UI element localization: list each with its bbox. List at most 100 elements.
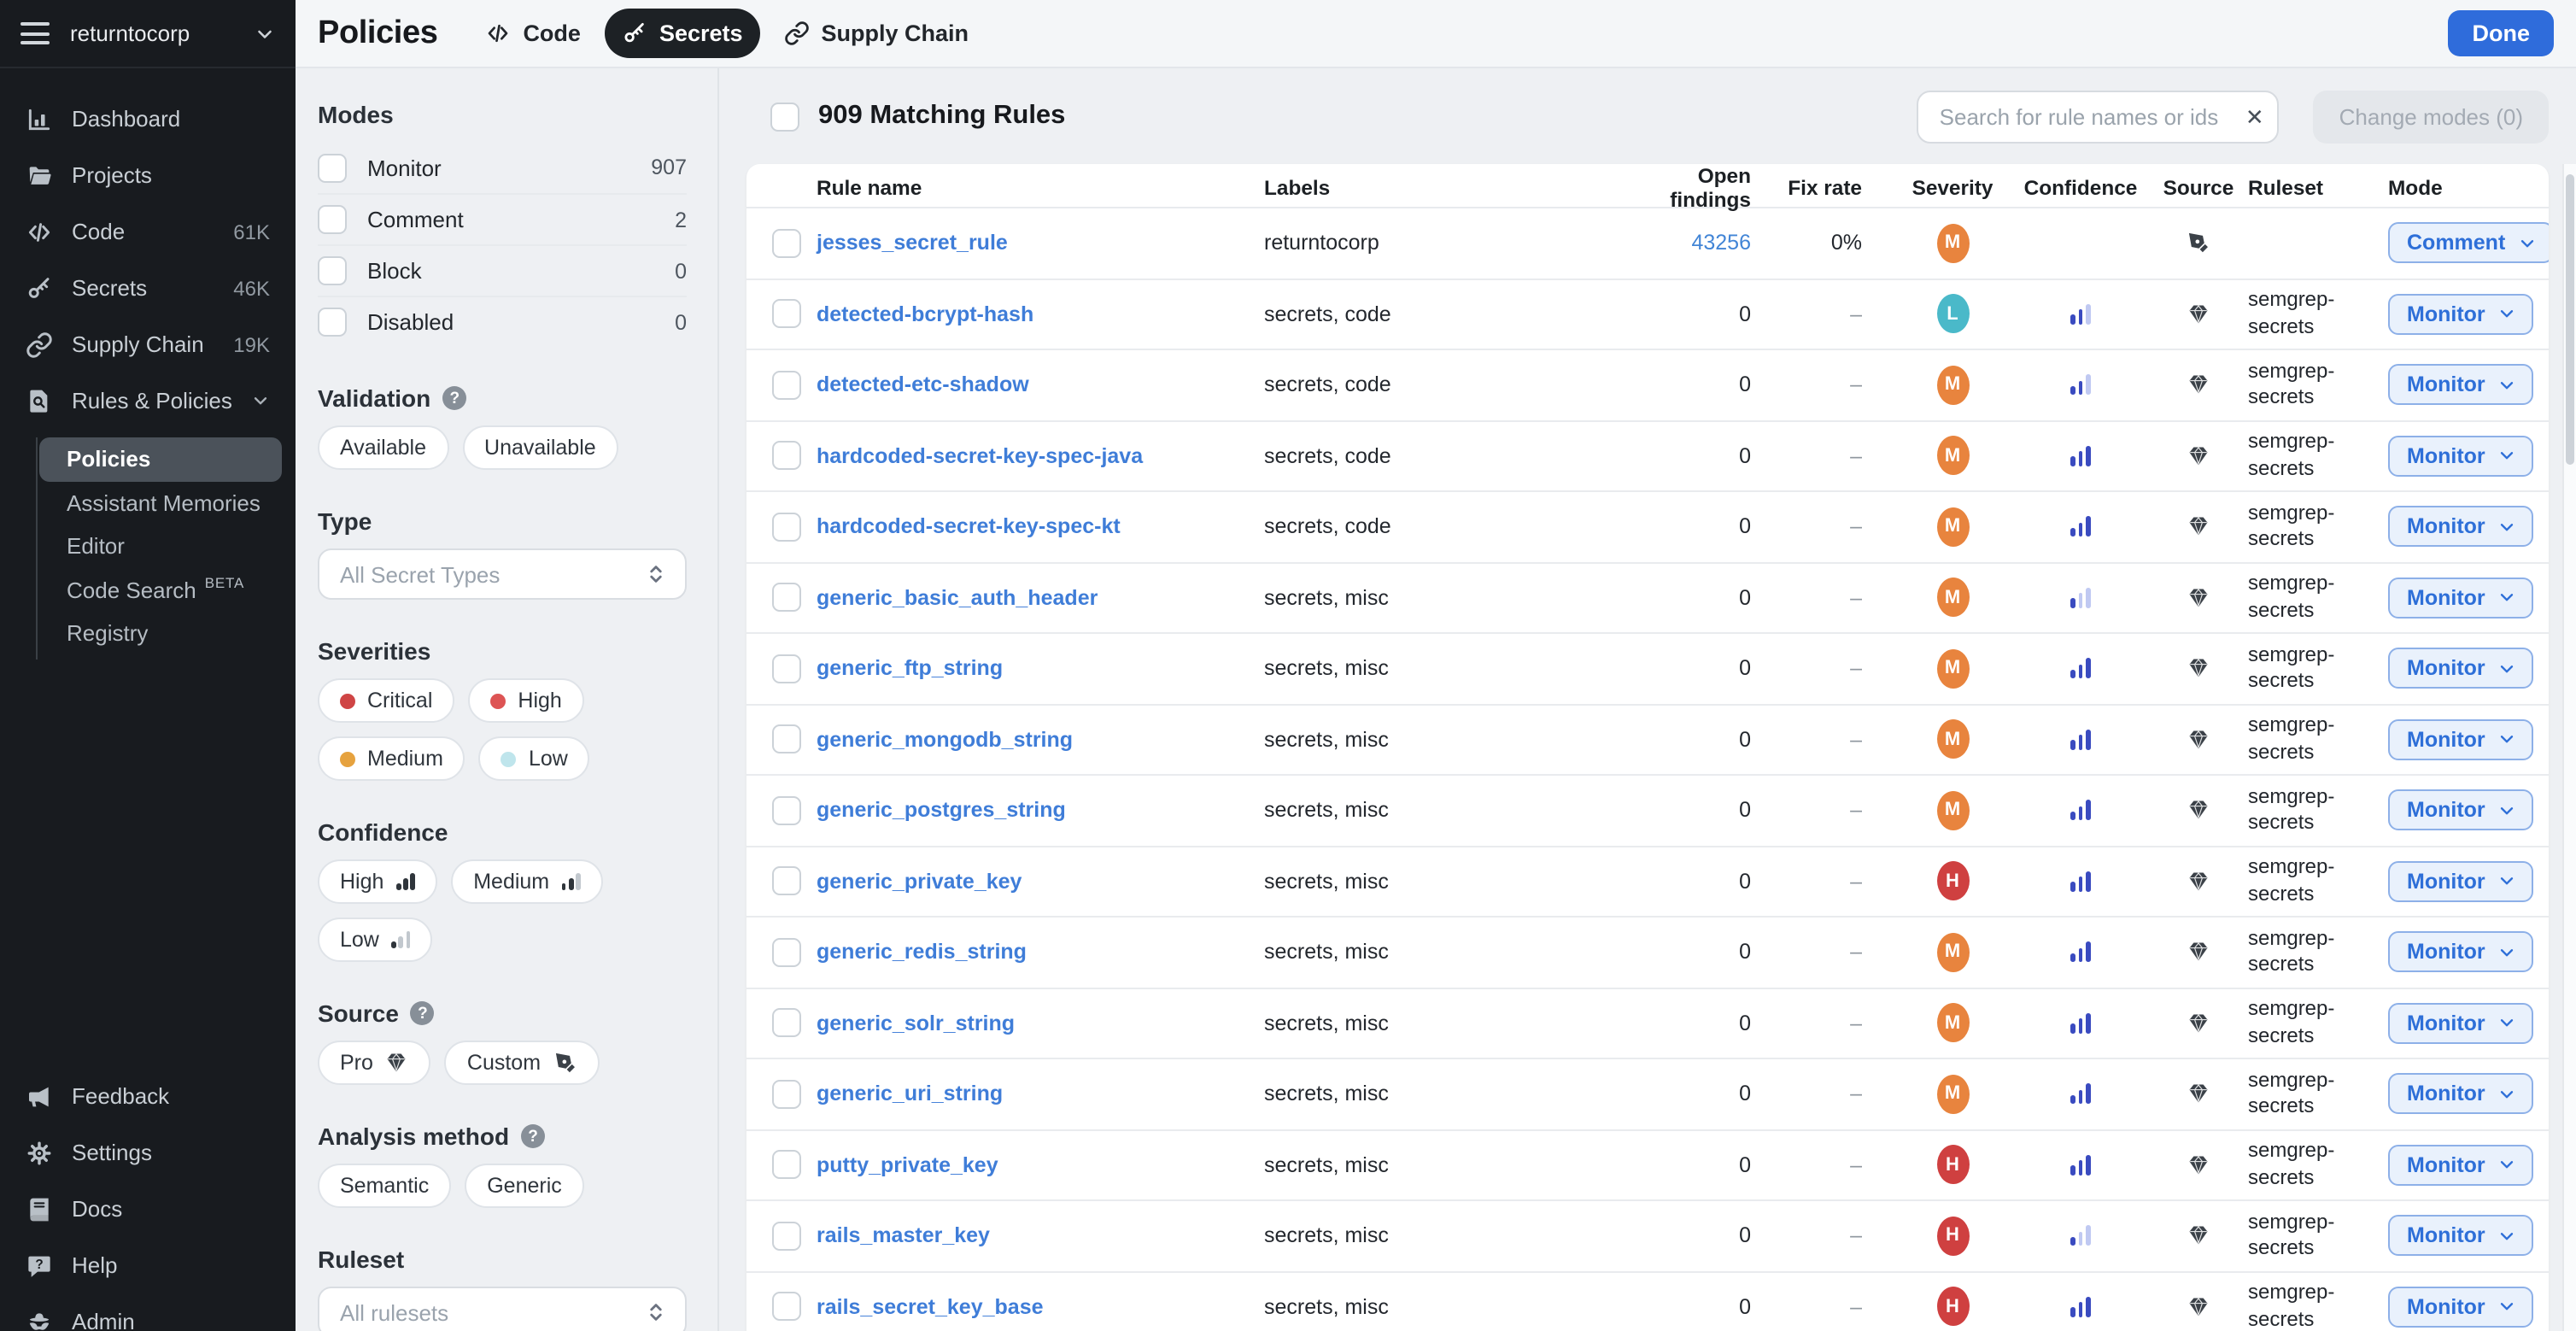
mode-dropdown-button[interactable]: Monitor [2388,790,2533,831]
row-checkbox[interactable] [772,442,801,471]
sidebar-item-secrets[interactable]: Secrets46K [0,260,296,316]
org-switcher[interactable]: returntocorp [0,0,296,68]
column-header-source[interactable]: Source [2149,176,2248,200]
analysis-pill-semantic[interactable]: Semantic [318,1164,451,1208]
row-checkbox[interactable] [772,583,801,613]
column-header-ruleset[interactable]: Ruleset [2248,176,2388,200]
mode-dropdown-button[interactable]: Monitor [2388,1145,2533,1186]
severities-pill-low[interactable]: Low [479,736,590,781]
validation-pill-available[interactable]: Available [318,425,448,470]
mode-filter-monitor[interactable]: Monitor907 [318,142,687,193]
severities-pill-critical[interactable]: Critical [318,678,454,723]
mode-dropdown-button[interactable]: Monitor [2388,294,2533,335]
rule-name-link[interactable]: generic_private_key [817,870,1022,894]
row-checkbox[interactable] [772,867,801,896]
mode-checkbox[interactable] [318,256,347,285]
type-select[interactable]: All Secret Types [318,548,687,600]
row-checkbox[interactable] [772,300,801,329]
rule-search-input[interactable] [1917,90,2280,143]
rule-name-link[interactable]: generic_mongodb_string [817,728,1073,752]
column-header-rule-name[interactable]: Rule name [817,176,1264,200]
rule-name-link[interactable]: hardcoded-secret-key-spec-java [817,444,1143,468]
row-checkbox[interactable] [772,1222,801,1251]
done-button[interactable]: Done [2449,10,2555,56]
row-checkbox[interactable] [772,371,801,400]
column-header-confidence[interactable]: Confidence [2012,176,2149,200]
scrollbar-thumb[interactable] [2566,174,2574,465]
row-checkbox[interactable] [772,725,801,754]
source-pill-pro[interactable]: Pro [318,1041,431,1085]
row-checkbox[interactable] [772,229,801,258]
mode-filter-disabled[interactable]: Disabled0 [318,296,687,347]
open-findings-link[interactable]: 43256 [1691,232,1751,255]
sidebar-item-admin[interactable]: Admin [0,1293,296,1331]
rule-name-link[interactable]: generic_postgres_string [817,799,1066,823]
column-header-open-findings[interactable]: Open findings [1628,164,1782,212]
sidebar-subitem-policies[interactable]: Policies [39,437,282,481]
mode-dropdown-button[interactable]: Monitor [2388,861,2533,902]
column-header-severity[interactable]: Severity [1893,176,2012,200]
rule-name-link[interactable]: rails_secret_key_base [817,1295,1044,1319]
sidebar-item-docs[interactable]: Docs [0,1181,296,1237]
mode-checkbox[interactable] [318,308,347,337]
rule-name-link[interactable]: hardcoded-secret-key-spec-kt [817,515,1121,539]
severities-pill-high[interactable]: High [468,678,583,723]
rule-name-link[interactable]: rails_master_key [817,1224,990,1248]
source-pill-custom[interactable]: Custom [445,1041,599,1085]
ruleset-select[interactable]: All rulesets [318,1287,687,1331]
analysis-pill-generic[interactable]: Generic [465,1164,584,1208]
sidebar-subitem-editor[interactable]: Editor [39,525,282,568]
mode-dropdown-button[interactable]: Monitor [2388,507,2533,548]
tab-code[interactable]: Code [468,9,598,58]
sidebar-item-help[interactable]: ?Help [0,1237,296,1293]
sidebar-item-dashboard[interactable]: Dashboard [0,91,296,147]
sidebar-item-settings[interactable]: Settings [0,1124,296,1181]
help-icon[interactable]: ? [521,1124,545,1148]
vertical-scrollbar[interactable] [2562,164,2576,1331]
mode-dropdown-button[interactable]: Monitor [2388,648,2533,689]
mode-dropdown-button[interactable]: Monitor [2388,1216,2533,1257]
confidence-pill-high[interactable]: High [318,859,437,904]
row-checkbox[interactable] [772,796,801,825]
rule-name-link[interactable]: generic_uri_string [817,1082,1003,1106]
mode-dropdown-button[interactable]: Monitor [2388,365,2533,406]
mode-checkbox[interactable] [318,153,347,182]
change-modes-button[interactable]: Change modes (0) [2314,90,2549,143]
tab-secrets[interactable]: Secrets [605,9,760,58]
mode-dropdown-button[interactable]: Monitor [2388,436,2533,477]
rule-name-link[interactable]: jesses_secret_rule [817,232,1008,255]
rule-name-link[interactable]: generic_basic_auth_header [817,586,1098,610]
row-checkbox[interactable] [772,1080,801,1109]
mode-filter-block[interactable]: Block0 [318,244,687,296]
confidence-pill-low[interactable]: Low [318,918,433,962]
mode-dropdown-button[interactable]: Monitor [2388,578,2533,619]
search-clear-icon[interactable]: ✕ [2245,102,2264,131]
row-checkbox[interactable] [772,1151,801,1180]
mode-dropdown-button[interactable]: Monitor [2388,1287,2533,1328]
sidebar-item-code[interactable]: Code61K [0,203,296,260]
mode-checkbox[interactable] [318,205,347,234]
sidebar-subitem-code-search[interactable]: Code SearchBETA [39,568,282,612]
sidebar-subitem-registry[interactable]: Registry [39,612,282,655]
mode-dropdown-button[interactable]: Monitor [2388,932,2533,973]
sidebar-item-projects[interactable]: Projects [0,147,296,203]
help-icon[interactable]: ? [442,386,466,410]
row-checkbox[interactable] [772,1293,801,1322]
sidebar-item-rules-policies[interactable]: Rules & Policies [0,372,296,429]
tab-supply-chain[interactable]: Supply Chain [767,9,986,58]
mode-dropdown-button[interactable]: Monitor [2388,1074,2533,1115]
row-checkbox[interactable] [772,1009,801,1038]
sidebar-item-feedback[interactable]: Feedback [0,1068,296,1124]
rule-name-link[interactable]: generic_redis_string [817,941,1027,965]
confidence-pill-medium[interactable]: Medium [451,859,603,904]
mode-dropdown-button[interactable]: Monitor [2388,719,2533,760]
column-header-fix-rate[interactable]: Fix rate [1782,176,1893,200]
mode-dropdown-button[interactable]: Monitor [2388,1003,2533,1044]
select-all-checkbox[interactable] [770,102,799,131]
rule-name-link[interactable]: putty_private_key [817,1153,998,1177]
row-checkbox[interactable] [772,654,801,683]
column-header-labels[interactable]: Labels [1264,176,1628,200]
validation-pill-unavailable[interactable]: Unavailable [462,425,618,470]
row-checkbox[interactable] [772,513,801,542]
severities-pill-medium[interactable]: Medium [318,736,465,781]
